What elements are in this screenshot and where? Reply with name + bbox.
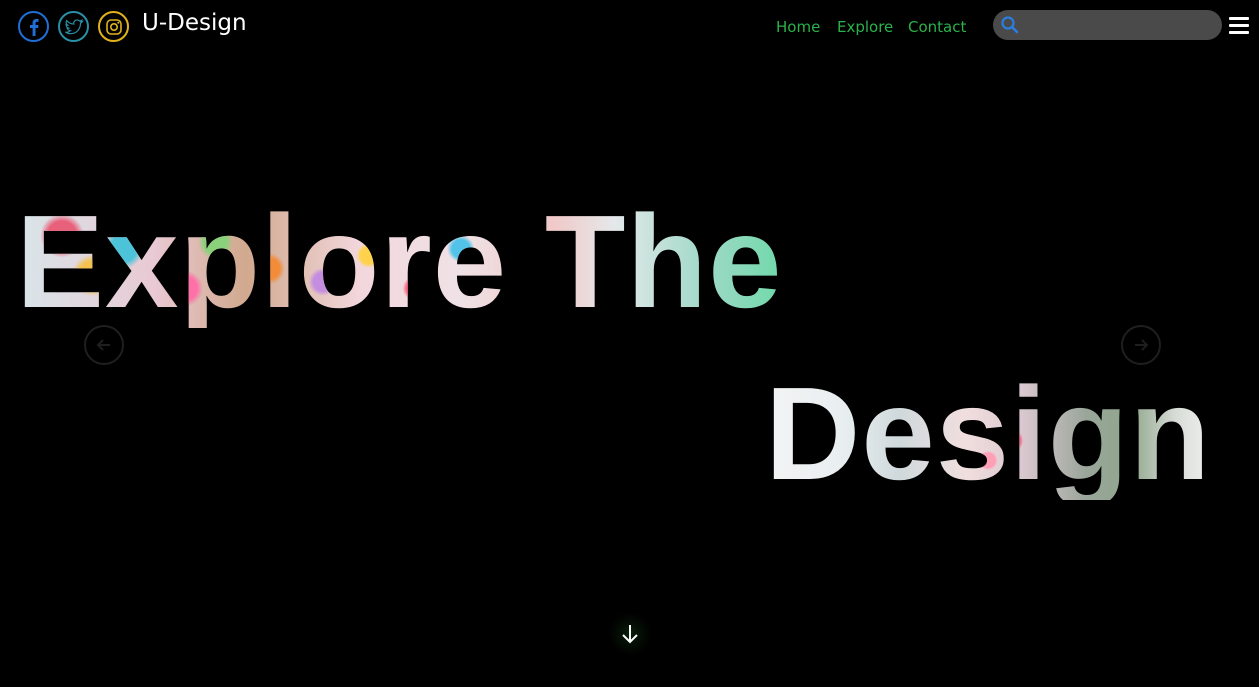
menu-bar	[1229, 31, 1249, 34]
arrow-down-icon	[622, 625, 638, 644]
nav-link-explore[interactable]: Explore	[837, 18, 893, 36]
search-icon[interactable]	[1000, 15, 1020, 35]
facebook-icon	[29, 18, 39, 36]
header: U-Design Home Explore Contact	[0, 0, 1259, 54]
arrow-right-icon	[1135, 339, 1149, 351]
search-input[interactable]	[1023, 14, 1208, 36]
search-bar	[993, 10, 1222, 40]
facebook-link[interactable]	[18, 11, 49, 42]
instagram-icon	[105, 18, 122, 35]
scroll-down-button[interactable]	[608, 612, 652, 656]
nav-link-contact[interactable]: Contact	[908, 18, 966, 36]
hamburger-menu-icon[interactable]	[1229, 16, 1251, 36]
twitter-link[interactable]	[58, 11, 89, 42]
arrow-left-icon	[96, 339, 110, 351]
carousel-next-button[interactable]	[1121, 325, 1161, 365]
twitter-icon	[64, 18, 84, 34]
page: U-Design Home Explore Contact Explore Th…	[0, 0, 1259, 687]
instagram-link[interactable]	[98, 11, 129, 42]
menu-bar	[1229, 24, 1249, 27]
brand-logo-text[interactable]: U-Design	[142, 10, 247, 36]
menu-bar	[1229, 17, 1249, 20]
hero-title-line-2: Design	[765, 360, 1212, 507]
hero-title-line-1: Explore The	[16, 188, 783, 335]
nav-link-home[interactable]: Home	[776, 18, 820, 36]
carousel-prev-button[interactable]	[84, 325, 124, 365]
